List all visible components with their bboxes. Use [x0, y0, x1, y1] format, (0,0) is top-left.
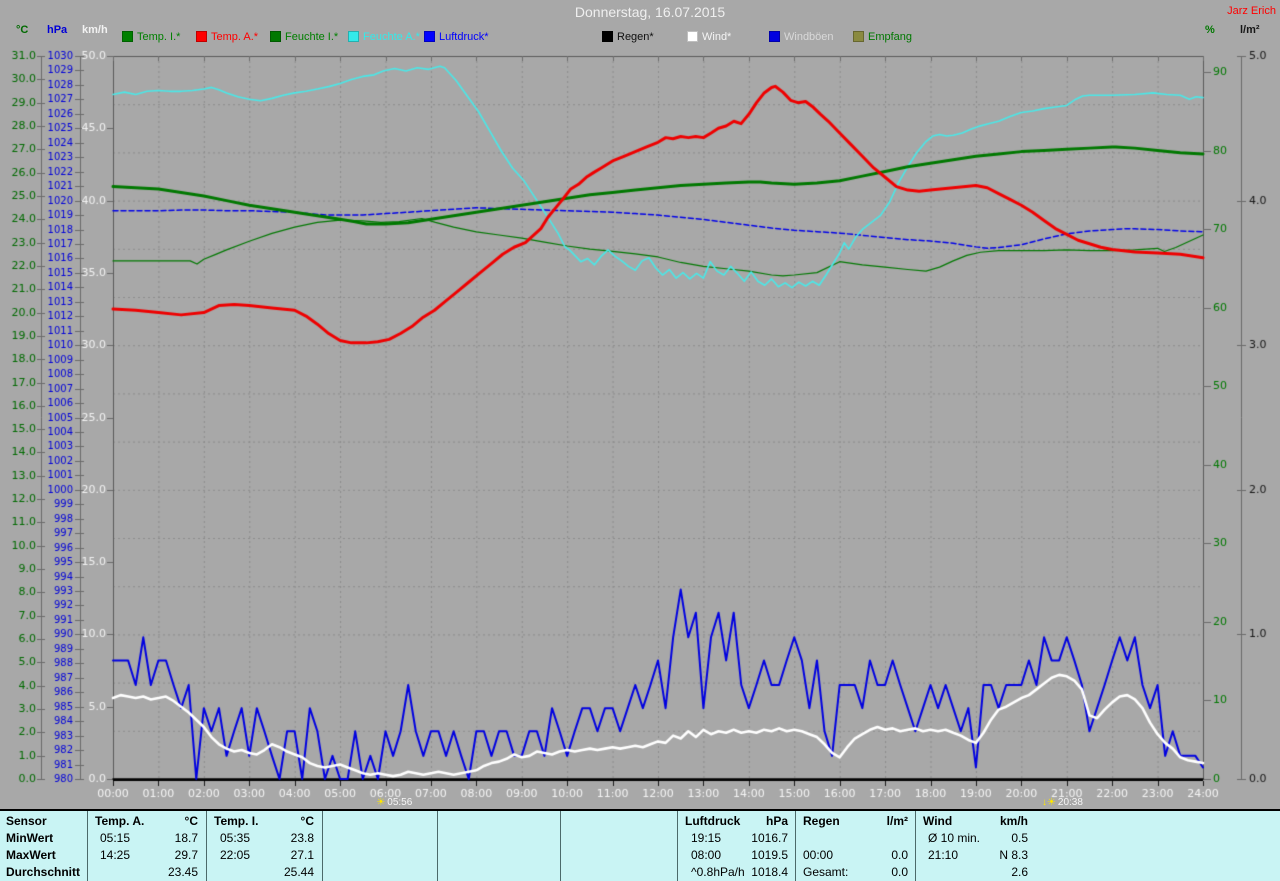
min-label: Ø 10 min. [928, 831, 981, 845]
table-divider [322, 811, 323, 881]
legend-label: Empfang [868, 31, 913, 43]
regen-swatch-icon [602, 31, 613, 42]
page-title: Donnerstag, 16.07.2015 [574, 4, 726, 20]
table-divider [795, 811, 796, 881]
legend-item-regen[interactable]: Regen* [602, 31, 654, 43]
col-unit: l/m² [886, 814, 908, 828]
max-time: 08:00 [691, 848, 722, 862]
sunset-icon: ↓☀ [1041, 797, 1056, 808]
min-time: 05:35 [220, 831, 251, 845]
max-value: N 8.3 [999, 848, 1028, 862]
temp-axis-unit: °C [16, 24, 29, 36]
avg-value: 23.45 [167, 865, 198, 879]
table-divider [87, 811, 88, 881]
windboeen-swatch-icon [769, 31, 780, 42]
table-divider [560, 811, 561, 881]
min-value: 1016.7 [751, 831, 788, 845]
row-header-sensor: Sensor [6, 814, 47, 828]
legend-label: Wind* [702, 31, 732, 43]
weather-app-window: Donnerstag, 16.07.2015 Jarz Erich °C hPa… [0, 0, 1280, 881]
summary-table: Sensor MinWert MaxWert Durchschnitt Temp… [0, 809, 1280, 881]
sunrise-time: 05:56 [387, 797, 413, 808]
min-time: 19:15 [691, 831, 722, 845]
legend-item-windboeen[interactable]: Windböen [769, 31, 834, 43]
row-header-maxwert: MaxWert [6, 848, 56, 862]
weather-chart-canvas[interactable] [0, 0, 1280, 881]
legend-item-wind[interactable]: Wind* [687, 31, 731, 43]
max-value: 0.0 [891, 848, 908, 862]
max-time: 21:10 [928, 848, 959, 862]
feuchte-i-swatch-icon [270, 31, 281, 42]
col-unit: km/h [999, 814, 1028, 828]
sunrise-marker: ☀ 05:56 [376, 797, 412, 808]
max-value: 29.7 [174, 848, 198, 862]
avg-value: 0.0 [891, 865, 908, 879]
avg-value: 2.6 [1011, 865, 1028, 879]
col-name: Regen [803, 814, 840, 828]
col-unit: °C [184, 814, 198, 828]
col-name: Temp. I. [214, 814, 259, 828]
col-unit: °C [300, 814, 314, 828]
temp-a-swatch-icon [196, 31, 207, 42]
table-divider [677, 811, 678, 881]
max-value: 1019.5 [751, 848, 788, 862]
col-name: Temp. A. [95, 814, 145, 828]
luftdruck-swatch-icon [424, 31, 435, 42]
min-value: 23.8 [290, 831, 314, 845]
legend-item-feuchte-a[interactable]: Feuchte A.* [348, 31, 420, 43]
pressure-axis-unit: hPa [47, 24, 68, 36]
table-divider [437, 811, 438, 881]
table-divider [915, 811, 916, 881]
max-value: 27.1 [290, 848, 314, 862]
feuchte-a-swatch-icon [348, 31, 359, 42]
max-time: 14:25 [100, 848, 131, 862]
rain-axis-unit: l/m² [1240, 24, 1260, 36]
avg-label: Gesamt: [803, 865, 849, 879]
table-divider [206, 811, 207, 881]
legend-item-temp-a[interactable]: Temp. A.* [196, 31, 258, 43]
legend-item-luftdruck[interactable]: Luftdruck* [424, 31, 489, 43]
legend-label: Feuchte A.* [363, 31, 420, 43]
avg-label: ^0.8hPa/h [691, 865, 745, 879]
station-owner-label: Jarz Erich [1227, 5, 1276, 17]
col-name: Wind [923, 814, 953, 828]
max-time: 00:00 [803, 848, 834, 862]
sunset-marker: ↓☀ 20:38 [1042, 797, 1083, 808]
temp-i-swatch-icon [122, 31, 133, 42]
empfang-swatch-icon [853, 31, 864, 42]
row-header-durchschnitt: Durchschnitt [6, 865, 81, 879]
col-unit: hPa [765, 814, 788, 828]
legend-label: Temp. A.* [211, 31, 259, 43]
legend-label: Temp. I.* [137, 31, 181, 43]
legend-label: Luftdruck* [439, 31, 489, 43]
legend-label: Regen* [617, 31, 654, 43]
wind-swatch-icon [687, 31, 698, 42]
legend-item-feuchte-i[interactable]: Feuchte I.* [270, 31, 338, 43]
humidity-axis-unit: % [1205, 24, 1215, 36]
legend-label: Feuchte I.* [285, 31, 339, 43]
min-value: 18.7 [174, 831, 198, 845]
legend-item-empfang[interactable]: Empfang [853, 31, 912, 43]
legend-label: Windböen [784, 31, 834, 43]
sunrise-icon: ☀ [376, 797, 386, 808]
avg-value: 1018.4 [751, 865, 788, 879]
row-header-minwert: MinWert [6, 831, 54, 845]
min-value: 0.5 [1011, 831, 1028, 845]
min-time: 05:15 [100, 831, 131, 845]
max-time: 22:05 [220, 848, 251, 862]
legend-item-temp-i[interactable]: Temp. I.* [122, 31, 180, 43]
col-name: Luftdruck [685, 814, 741, 828]
sunset-time: 20:38 [1057, 797, 1083, 808]
wind-axis-unit: km/h [82, 24, 108, 36]
avg-value: 25.44 [283, 865, 314, 879]
